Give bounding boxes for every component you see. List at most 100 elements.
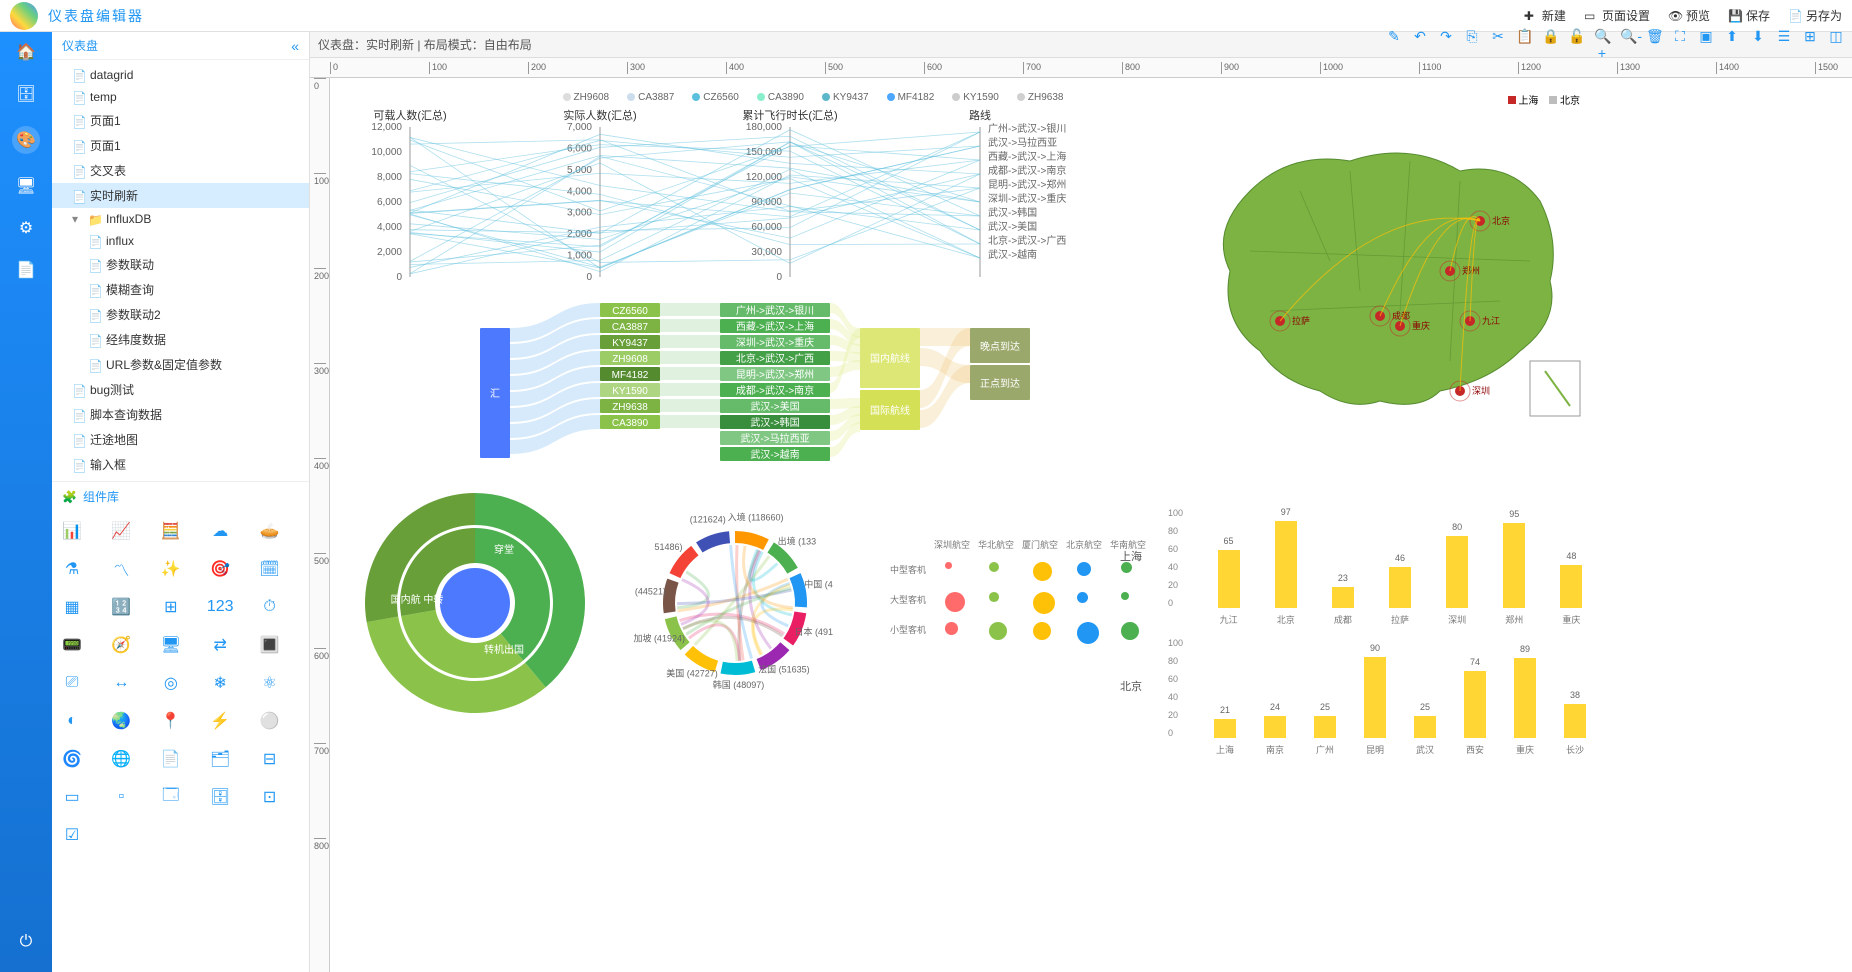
component-icon[interactable]: ▫ bbox=[109, 785, 133, 809]
nav-screen-icon[interactable]: 🖥 bbox=[16, 176, 36, 196]
component-icon[interactable]: ↔ bbox=[109, 671, 133, 695]
tree-item[interactable]: 📄脚本查询数据 bbox=[52, 402, 309, 427]
tree-item[interactable]: 📄经纬度数据 bbox=[52, 327, 309, 352]
bring-forward-icon[interactable]: ⬆ bbox=[1724, 28, 1740, 61]
cut-icon[interactable]: ✂ bbox=[1490, 28, 1506, 61]
bar[interactable]: 25 bbox=[1314, 716, 1336, 739]
lock-icon[interactable]: 🔒 bbox=[1542, 28, 1558, 61]
component-icon[interactable]: 🗔 bbox=[159, 785, 183, 809]
component-icon[interactable]: ⚪ bbox=[258, 709, 282, 733]
component-icon[interactable]: 🧮 bbox=[159, 519, 183, 543]
nav-report-icon[interactable]: 📄 bbox=[16, 260, 36, 280]
sankey-node[interactable]: 昆明->武汉->郑州 bbox=[720, 367, 830, 381]
sankey-node[interactable]: CZ6560 bbox=[600, 303, 660, 317]
component-icon[interactable]: 📈 bbox=[109, 519, 133, 543]
tree-item[interactable]: 📄temp bbox=[52, 86, 309, 108]
save-as-button[interactable]: 📄另存为 bbox=[1788, 7, 1842, 24]
component-icon[interactable]: ☑ bbox=[60, 823, 84, 847]
parallel-coords-chart[interactable]: ZH9608CA3887CZ6560CA3890KY9437MF4182KY15… bbox=[360, 88, 1260, 288]
sankey-node[interactable]: ZH9608 bbox=[600, 351, 660, 365]
nav-power-icon[interactable]: ⏻ bbox=[16, 932, 36, 952]
component-icon[interactable]: 📟 bbox=[60, 633, 84, 657]
component-library-header[interactable]: 🧩 组件库 bbox=[52, 481, 309, 511]
bar[interactable]: 89 bbox=[1514, 658, 1536, 738]
component-icon[interactable]: 🌀 bbox=[60, 747, 84, 771]
component-icon[interactable]: ⊟ bbox=[258, 747, 282, 771]
component-icon[interactable]: ❄ bbox=[208, 671, 232, 695]
sankey-node[interactable]: 北京->武汉->广西 bbox=[720, 351, 830, 365]
tree-item[interactable]: ▾📁InfluxDB bbox=[52, 208, 309, 230]
component-icon[interactable]: 🗄 bbox=[208, 785, 232, 809]
align-icon[interactable]: ☰ bbox=[1776, 28, 1792, 61]
component-icon[interactable]: ⎚ bbox=[60, 671, 84, 695]
bubble-matrix-chart[interactable]: 深圳航空华北航空厦门航空北京航空华南航空中型客机大型客机小型客机 bbox=[890, 538, 1150, 668]
component-icon[interactable]: ⏱ bbox=[258, 595, 282, 619]
component-icon[interactable]: ▭ bbox=[60, 785, 84, 809]
bar-charts[interactable]: 上海10080604020065972346809548九江北京成都拉萨深圳郑州… bbox=[1160, 508, 1600, 778]
paste-icon[interactable]: 📋 bbox=[1516, 28, 1532, 61]
copy-icon[interactable]: ⎘ bbox=[1464, 28, 1480, 61]
bar[interactable]: 24 bbox=[1264, 716, 1286, 738]
bar[interactable]: 21 bbox=[1214, 719, 1236, 738]
component-icon[interactable]: 📄 bbox=[159, 747, 183, 771]
component-icon[interactable]: ✨ bbox=[159, 557, 183, 581]
component-icon[interactable]: ⇄ bbox=[208, 633, 232, 657]
sankey-node[interactable]: 西藏->武汉->上海 bbox=[720, 319, 830, 333]
component-icon[interactable]: ⊞ bbox=[159, 595, 183, 619]
sankey-node[interactable]: 深圳->武汉->重庆 bbox=[720, 335, 830, 349]
component-icon[interactable]: 📍 bbox=[159, 709, 183, 733]
sankey-node[interactable]: 成都->武汉->南京 bbox=[720, 383, 830, 397]
chord-chart[interactable]: 入境 (118660)出境 (133中国 (4日本 (491法国 (51635)… bbox=[610, 478, 860, 728]
bar[interactable]: 23 bbox=[1332, 587, 1354, 608]
component-icon[interactable]: ⚛ bbox=[258, 671, 282, 695]
sankey-node[interactable]: KY1590 bbox=[600, 383, 660, 397]
undo-icon[interactable]: ↶ bbox=[1412, 28, 1428, 61]
unlock-icon[interactable]: 🔓 bbox=[1568, 28, 1584, 61]
tree-item[interactable]: 📄bug测试 bbox=[52, 377, 309, 402]
pencil-icon[interactable]: ✎ bbox=[1386, 28, 1402, 61]
tree-item[interactable]: 📄实时刷新 bbox=[52, 183, 309, 208]
bar[interactable]: 38 bbox=[1564, 704, 1586, 738]
tree-item[interactable]: 📄交叉表 bbox=[52, 158, 309, 183]
component-icon[interactable]: ⊡ bbox=[258, 785, 282, 809]
sankey-node[interactable]: 武汉->马拉西亚 bbox=[720, 431, 830, 445]
component-icon[interactable]: 🔢 bbox=[109, 595, 133, 619]
sankey-node[interactable]: MF4182 bbox=[600, 367, 660, 381]
sankey-node[interactable]: 武汉->韩国 bbox=[720, 415, 830, 429]
tree-item[interactable]: 📄influx bbox=[52, 230, 309, 252]
component-icon[interactable]: ⚗ bbox=[60, 557, 84, 581]
sankey-node[interactable]: ZH9638 bbox=[600, 399, 660, 413]
component-icon[interactable]: 🗂 bbox=[208, 747, 232, 771]
tree-item[interactable]: 📄页面1 bbox=[52, 133, 309, 158]
sankey-node[interactable]: 正点到达 bbox=[970, 365, 1030, 400]
new-button[interactable]: ✚新建 bbox=[1524, 7, 1566, 24]
component-icon[interactable]: 📊 bbox=[60, 519, 84, 543]
component-icon[interactable]: 🌏 bbox=[109, 709, 133, 733]
bar[interactable]: 95 bbox=[1503, 523, 1525, 609]
nav-dashboard-icon[interactable]: 🎨 bbox=[12, 126, 40, 154]
preview-button[interactable]: 👁预览 bbox=[1668, 7, 1710, 24]
tree-item[interactable]: 📄模糊查询 bbox=[52, 277, 309, 302]
nav-home-icon[interactable]: 🏠 bbox=[16, 42, 36, 62]
sankey-node[interactable]: 国内航线 bbox=[860, 328, 920, 388]
component-icon[interactable]: 🧭 bbox=[109, 633, 133, 657]
sankey-node[interactable]: CA3887 bbox=[600, 319, 660, 333]
bar[interactable]: 97 bbox=[1275, 521, 1297, 608]
layers-icon[interactable]: ▣ bbox=[1698, 28, 1714, 61]
sankey-node[interactable]: 武汉->美国 bbox=[720, 399, 830, 413]
tree-item[interactable]: 📄datagrid bbox=[52, 64, 309, 86]
fullscreen-icon[interactable]: ⛶ bbox=[1672, 28, 1688, 61]
zoom-in-icon[interactable]: 🔍+ bbox=[1594, 28, 1610, 61]
sankey-node[interactable]: 广州->武汉->银川 bbox=[720, 303, 830, 317]
zoom-out-icon[interactable]: 🔍- bbox=[1620, 28, 1636, 61]
donut-chart[interactable]: 穿堂转机出国国内航 中转 bbox=[350, 478, 600, 728]
bar[interactable]: 74 bbox=[1464, 671, 1486, 738]
component-icon[interactable]: 〽 bbox=[109, 557, 133, 581]
component-icon[interactable]: ⚡ bbox=[208, 709, 232, 733]
tree-item[interactable]: 📄页面1 bbox=[52, 108, 309, 133]
sankey-chart[interactable]: 汇总CZ6560CA3887KY9437ZH9608MF4182KY1590ZH… bbox=[400, 298, 1200, 468]
bar[interactable]: 80 bbox=[1446, 536, 1468, 608]
bar[interactable]: 48 bbox=[1560, 565, 1582, 608]
component-icon[interactable]: 🥧 bbox=[258, 519, 282, 543]
component-icon[interactable]: ◐ bbox=[60, 709, 84, 733]
